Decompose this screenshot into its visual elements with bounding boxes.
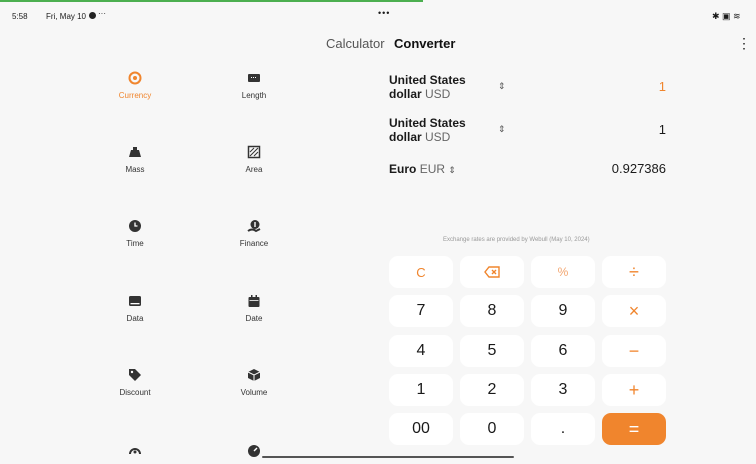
speed-icon bbox=[128, 444, 142, 458]
minus-button[interactable]: − bbox=[602, 335, 666, 367]
category-discount[interactable]: Discount bbox=[90, 368, 180, 397]
currency-name-line2: dollar bbox=[389, 87, 422, 101]
category-data[interactable]: Data bbox=[90, 294, 180, 323]
category-label: Finance bbox=[239, 239, 269, 248]
currency-name-3[interactable]: Euro EUR ⇕ bbox=[389, 162, 456, 177]
currency-name-2[interactable]: United States dollar USD bbox=[389, 116, 466, 144]
status-date: Fri, May 10 bbox=[46, 12, 87, 21]
category-speed[interactable] bbox=[90, 444, 180, 464]
finance-icon bbox=[247, 219, 261, 233]
calendar-icon bbox=[247, 294, 261, 308]
area-icon bbox=[247, 145, 261, 159]
tab-calculator[interactable]: Calculator bbox=[326, 36, 385, 51]
currency-code: USD bbox=[425, 130, 451, 144]
home-indicator[interactable] bbox=[262, 456, 514, 458]
category-currency[interactable]: Currency bbox=[90, 71, 180, 100]
key-1[interactable]: 1 bbox=[389, 374, 453, 406]
currency-icon bbox=[128, 71, 142, 85]
category-finance[interactable]: Finance bbox=[209, 219, 299, 248]
key-5[interactable]: 5 bbox=[460, 335, 524, 367]
top-bar: Calculator Converter ⋮ bbox=[0, 33, 756, 55]
equals-button[interactable]: = bbox=[602, 413, 666, 445]
weight-icon bbox=[128, 145, 142, 159]
currency-name-line1: Euro bbox=[389, 162, 417, 176]
notification-dot-icon bbox=[89, 12, 96, 19]
key-4[interactable]: 4 bbox=[389, 335, 453, 367]
key-7[interactable]: 7 bbox=[389, 295, 453, 327]
category-volume[interactable]: Volume bbox=[209, 368, 299, 397]
swap-unit-icon[interactable]: ⇕ bbox=[448, 165, 456, 175]
category-label: Volume bbox=[240, 388, 268, 397]
multitask-dots-icon[interactable]: ••• bbox=[378, 8, 390, 18]
category-label: Data bbox=[126, 314, 144, 323]
currency-name-line2: dollar bbox=[389, 130, 422, 144]
backspace-icon bbox=[484, 266, 500, 278]
clock-icon bbox=[128, 219, 142, 233]
category-length[interactable]: Length bbox=[209, 71, 299, 100]
data-icon bbox=[128, 294, 142, 308]
category-label: Currency bbox=[118, 91, 152, 100]
ruler-icon bbox=[247, 71, 261, 85]
currency-value-1[interactable]: 1 bbox=[546, 79, 666, 94]
category-mass[interactable]: Mass bbox=[90, 145, 180, 174]
category-bmi[interactable] bbox=[209, 444, 299, 464]
currency-name-1[interactable]: United States dollar USD bbox=[389, 73, 466, 101]
status-bar: 5:58 Fri, May 10 ··· ••• ✱ ▣ ≋ bbox=[0, 0, 756, 26]
swap-unit-icon[interactable]: ⇕ bbox=[498, 124, 506, 135]
divide-button[interactable]: ÷ bbox=[602, 256, 666, 288]
system-icons: ✱ ▣ ≋ bbox=[712, 11, 741, 21]
backspace-button[interactable] bbox=[460, 256, 524, 288]
category-label: Date bbox=[245, 314, 263, 323]
currency-code: EUR bbox=[419, 162, 446, 176]
status-time: 5:58 bbox=[12, 12, 28, 21]
decimal-button[interactable]: . bbox=[531, 413, 595, 445]
tag-icon bbox=[128, 368, 142, 382]
currency-code: USD bbox=[425, 87, 451, 101]
gauge-icon bbox=[247, 444, 261, 458]
multiply-button[interactable]: × bbox=[602, 295, 666, 327]
category-label: Length bbox=[241, 91, 267, 100]
category-label: Time bbox=[126, 239, 144, 248]
category-label: Discount bbox=[119, 388, 151, 397]
category-date[interactable]: Date bbox=[209, 294, 299, 323]
key-6[interactable]: 6 bbox=[531, 335, 595, 367]
currency-name-line1: United States bbox=[389, 73, 466, 87]
key-0[interactable]: 0 bbox=[460, 413, 524, 445]
clear-button[interactable]: C bbox=[389, 256, 453, 288]
currency-value-2[interactable]: 1 bbox=[546, 122, 666, 137]
currency-value-3[interactable]: 0.927386 bbox=[546, 161, 666, 176]
currency-name-line1: United States bbox=[389, 116, 466, 130]
key-9[interactable]: 9 bbox=[531, 295, 595, 327]
percent-button[interactable]: % bbox=[531, 256, 595, 288]
status-more-icon: ··· bbox=[98, 9, 106, 18]
category-area[interactable]: Area bbox=[209, 145, 299, 174]
plus-button[interactable]: + bbox=[602, 374, 666, 406]
more-options-icon[interactable]: ⋮ bbox=[737, 36, 751, 50]
key-00[interactable]: 00 bbox=[389, 413, 453, 445]
cube-icon bbox=[247, 368, 261, 382]
key-3[interactable]: 3 bbox=[531, 374, 595, 406]
key-2[interactable]: 2 bbox=[460, 374, 524, 406]
category-label: Mass bbox=[125, 165, 145, 174]
key-8[interactable]: 8 bbox=[460, 295, 524, 327]
category-label: Area bbox=[245, 165, 263, 174]
swap-unit-icon[interactable]: ⇕ bbox=[498, 81, 506, 92]
tab-converter[interactable]: Converter bbox=[394, 36, 455, 51]
category-time[interactable]: Time bbox=[90, 219, 180, 248]
rates-note: Exchange rates are provided by Webull (M… bbox=[443, 237, 590, 243]
